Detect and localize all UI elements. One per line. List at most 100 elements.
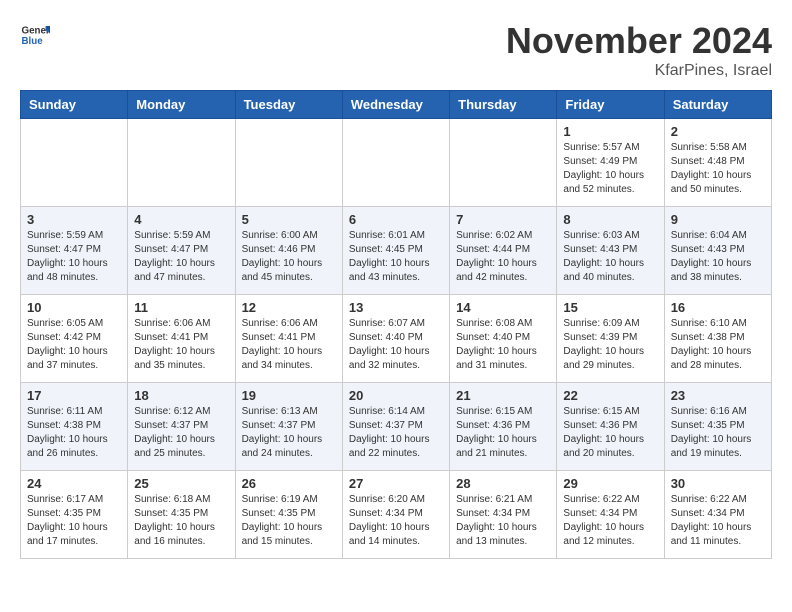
day-number: 17 bbox=[27, 388, 121, 403]
day-info: Sunrise: 6:03 AMSunset: 4:43 PMDaylight:… bbox=[563, 229, 657, 285]
day-number: 19 bbox=[242, 388, 336, 403]
day-number: 13 bbox=[349, 300, 443, 315]
day-info: Sunrise: 6:14 AMSunset: 4:37 PMDaylight:… bbox=[349, 405, 443, 461]
calendar-cell bbox=[450, 119, 557, 207]
calendar-cell: 2Sunrise: 5:58 AMSunset: 4:48 PMDaylight… bbox=[664, 119, 771, 207]
col-header-saturday: Saturday bbox=[664, 91, 771, 119]
day-number: 24 bbox=[27, 476, 121, 491]
day-number: 7 bbox=[456, 212, 550, 227]
calendar-cell: 23 Sunrise: 6:16 AMSunset: 4:35 PMDayligh… bbox=[664, 383, 771, 471]
day-number: 10 bbox=[27, 300, 121, 315]
svg-text:Blue: Blue bbox=[22, 36, 44, 47]
day-number: 2 bbox=[671, 124, 765, 139]
day-number: 26 bbox=[242, 476, 336, 491]
calendar-cell: 25 Sunrise: 6:18 AMSunset: 4:35 PMDayligh… bbox=[128, 471, 235, 559]
calendar-cell bbox=[342, 119, 449, 207]
day-info: Sunrise: 6:04 AMSunset: 4:43 PMDaylight:… bbox=[671, 229, 765, 285]
day-info: Sunrise: 5:59 AMSunset: 4:47 PMDaylight:… bbox=[134, 229, 228, 285]
calendar-cell: 28 Sunrise: 6:21 AMSunset: 4:34 PMDayligh… bbox=[450, 471, 557, 559]
day-info: Sunrise: 6:00 AMSunset: 4:46 PMDaylight:… bbox=[242, 229, 336, 285]
day-number: 29 bbox=[563, 476, 657, 491]
day-number: 3 bbox=[27, 212, 121, 227]
day-info: Sunrise: 6:19 AMSunset: 4:35 PMDaylight:… bbox=[242, 493, 336, 549]
col-header-wednesday: Wednesday bbox=[342, 91, 449, 119]
day-info: Sunrise: 6:22 AMSunset: 4:34 PMDaylight:… bbox=[563, 493, 657, 549]
day-info: Sunrise: 6:11 AMSunset: 4:38 PMDaylight:… bbox=[27, 405, 121, 461]
calendar-cell: 4 Sunrise: 5:59 AMSunset: 4:47 PMDaylight… bbox=[128, 207, 235, 295]
day-number: 25 bbox=[134, 476, 228, 491]
calendar-cell: 21 Sunrise: 6:15 AMSunset: 4:36 PMDayligh… bbox=[450, 383, 557, 471]
day-number: 14 bbox=[456, 300, 550, 315]
day-number: 1 bbox=[563, 124, 657, 139]
day-info: Sunrise: 6:17 AMSunset: 4:35 PMDaylight:… bbox=[27, 493, 121, 549]
calendar-cell bbox=[235, 119, 342, 207]
week-row-1: 1 Sunrise: 5:57 AMSunset: 4:49 PMDaylight… bbox=[21, 119, 772, 207]
calendar-cell: 10Sunrise: 6:05 AMSunset: 4:42 PMDayligh… bbox=[21, 295, 128, 383]
day-number: 4 bbox=[134, 212, 228, 227]
day-info: Sunrise: 6:10 AMSunset: 4:38 PMDaylight:… bbox=[671, 317, 765, 373]
calendar-cell: 5Sunrise: 6:00 AMSunset: 4:46 PMDaylight… bbox=[235, 207, 342, 295]
calendar-cell bbox=[128, 119, 235, 207]
col-header-friday: Friday bbox=[557, 91, 664, 119]
day-number: 18 bbox=[134, 388, 228, 403]
calendar-cell bbox=[21, 119, 128, 207]
day-info: Sunrise: 5:59 AMSunset: 4:47 PMDaylight:… bbox=[27, 229, 121, 285]
calendar-cell: 24 Sunrise: 6:17 AMSunset: 4:35 PMDayligh… bbox=[21, 471, 128, 559]
day-info: Sunrise: 6:07 AMSunset: 4:40 PMDaylight:… bbox=[349, 317, 443, 373]
week-row-4: 17 Sunrise: 6:11 AMSunset: 4:38 PMDayligh… bbox=[21, 383, 772, 471]
day-info: Sunrise: 6:01 AMSunset: 4:45 PMDaylight:… bbox=[349, 229, 443, 285]
calendar-cell: 26 Sunrise: 6:19 AMSunset: 4:35 PMDayligh… bbox=[235, 471, 342, 559]
day-info: Sunrise: 6:15 AMSunset: 4:36 PMDaylight:… bbox=[456, 405, 550, 461]
day-info: Sunrise: 6:09 AMSunset: 4:39 PMDaylight:… bbox=[563, 317, 657, 373]
day-number: 30 bbox=[671, 476, 765, 491]
day-info: Sunrise: 6:18 AMSunset: 4:35 PMDaylight:… bbox=[134, 493, 228, 549]
day-info: Sunrise: 6:22 AMSunset: 4:34 PMDaylight:… bbox=[671, 493, 765, 549]
calendar-cell: 6Sunrise: 6:01 AMSunset: 4:45 PMDaylight… bbox=[342, 207, 449, 295]
day-info: Sunrise: 6:16 AMSunset: 4:35 PMDaylight:… bbox=[671, 405, 765, 461]
day-info: Sunrise: 6:02 AMSunset: 4:44 PMDaylight:… bbox=[456, 229, 550, 285]
calendar-cell: 16 Sunrise: 6:10 AMSunset: 4:38 PMDayligh… bbox=[664, 295, 771, 383]
day-info: Sunrise: 6:08 AMSunset: 4:40 PMDaylight:… bbox=[456, 317, 550, 373]
day-number: 22 bbox=[563, 388, 657, 403]
day-number: 28 bbox=[456, 476, 550, 491]
day-number: 20 bbox=[349, 388, 443, 403]
logo: General Blue bbox=[20, 20, 50, 50]
calendar-cell: 1 Sunrise: 5:57 AMSunset: 4:49 PMDaylight… bbox=[557, 119, 664, 207]
week-row-2: 3 Sunrise: 5:59 AMSunset: 4:47 PMDaylight… bbox=[21, 207, 772, 295]
day-info: Sunrise: 6:21 AMSunset: 4:34 PMDaylight:… bbox=[456, 493, 550, 549]
col-header-monday: Monday bbox=[128, 91, 235, 119]
calendar-cell: 9Sunrise: 6:04 AMSunset: 4:43 PMDaylight… bbox=[664, 207, 771, 295]
title-block: November 2024 KfarPines, Israel bbox=[506, 20, 772, 80]
day-number: 16 bbox=[671, 300, 765, 315]
calendar-cell: 29 Sunrise: 6:22 AMSunset: 4:34 PMDayligh… bbox=[557, 471, 664, 559]
calendar-cell: 27Sunrise: 6:20 AMSunset: 4:34 PMDayligh… bbox=[342, 471, 449, 559]
day-info: Sunrise: 5:57 AMSunset: 4:49 PMDaylight:… bbox=[563, 141, 657, 197]
calendar-cell: 30 Sunrise: 6:22 AMSunset: 4:34 PMDayligh… bbox=[664, 471, 771, 559]
day-info: Sunrise: 6:12 AMSunset: 4:37 PMDaylight:… bbox=[134, 405, 228, 461]
day-info: Sunrise: 6:06 AMSunset: 4:41 PMDaylight:… bbox=[134, 317, 228, 373]
page-header: General Blue November 2024 KfarPines, Is… bbox=[20, 20, 772, 80]
calendar-cell: 22Sunrise: 6:15 AMSunset: 4:36 PMDayligh… bbox=[557, 383, 664, 471]
week-row-3: 10Sunrise: 6:05 AMSunset: 4:42 PMDayligh… bbox=[21, 295, 772, 383]
day-number: 27 bbox=[349, 476, 443, 491]
day-number: 8 bbox=[563, 212, 657, 227]
location: KfarPines, Israel bbox=[506, 62, 772, 80]
day-info: Sunrise: 6:13 AMSunset: 4:37 PMDaylight:… bbox=[242, 405, 336, 461]
col-header-sunday: Sunday bbox=[21, 91, 128, 119]
col-header-thursday: Thursday bbox=[450, 91, 557, 119]
calendar-table: SundayMondayTuesdayWednesdayThursdayFrid… bbox=[20, 90, 772, 559]
calendar-cell: 7 Sunrise: 6:02 AMSunset: 4:44 PMDaylight… bbox=[450, 207, 557, 295]
calendar-cell: 17 Sunrise: 6:11 AMSunset: 4:38 PMDayligh… bbox=[21, 383, 128, 471]
calendar-cell: 19 Sunrise: 6:13 AMSunset: 4:37 PMDayligh… bbox=[235, 383, 342, 471]
calendar-cell: 20 Sunrise: 6:14 AMSunset: 4:37 PMDayligh… bbox=[342, 383, 449, 471]
day-number: 21 bbox=[456, 388, 550, 403]
day-number: 11 bbox=[134, 300, 228, 315]
day-number: 23 bbox=[671, 388, 765, 403]
calendar-cell: 15Sunrise: 6:09 AMSunset: 4:39 PMDayligh… bbox=[557, 295, 664, 383]
calendar-cell: 18 Sunrise: 6:12 AMSunset: 4:37 PMDayligh… bbox=[128, 383, 235, 471]
week-row-5: 24 Sunrise: 6:17 AMSunset: 4:35 PMDayligh… bbox=[21, 471, 772, 559]
logo-icon: General Blue bbox=[20, 20, 50, 50]
calendar-cell: 3 Sunrise: 5:59 AMSunset: 4:47 PMDaylight… bbox=[21, 207, 128, 295]
header-row: SundayMondayTuesdayWednesdayThursdayFrid… bbox=[21, 91, 772, 119]
day-number: 12 bbox=[242, 300, 336, 315]
